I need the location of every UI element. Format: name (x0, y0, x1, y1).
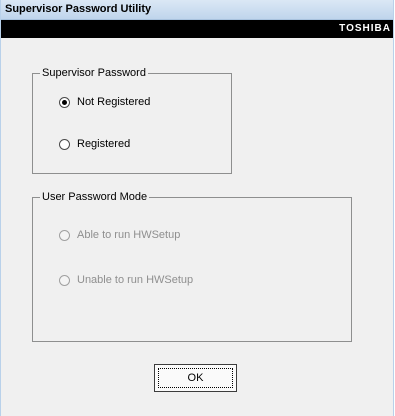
dialog-window: Supervisor Password Utility TOSHIBA Supe… (0, 0, 394, 416)
supervisor-password-group: Supervisor Password Not Registered Regis… (32, 67, 232, 174)
radio-checked-icon (59, 96, 70, 108)
unable-to-run-hwsetup-radio[interactable]: Unable to run HWSetup (59, 274, 193, 286)
radio-unchecked-icon (59, 229, 70, 241)
unable-to-run-hwsetup-label: Unable to run HWSetup (77, 274, 194, 286)
radio-unchecked-icon (59, 274, 70, 286)
focus-rectangle (158, 368, 233, 388)
able-to-run-hwsetup-radio[interactable]: Able to run HWSetup (59, 229, 180, 241)
title-bar[interactable]: Supervisor Password Utility (1, 0, 393, 20)
radio-unchecked-icon (59, 138, 70, 150)
supervisor-password-legend: Supervisor Password (40, 67, 148, 79)
window-title: Supervisor Password Utility (5, 3, 152, 15)
user-password-mode-group: User Password Mode Able to run HWSetup U… (32, 191, 352, 342)
registered-radio[interactable]: Registered (59, 138, 130, 150)
not-registered-radio[interactable]: Not Registered (59, 96, 150, 108)
registered-label: Registered (77, 138, 131, 150)
able-to-run-hwsetup-label: Able to run HWSetup (77, 229, 181, 241)
not-registered-label: Not Registered (77, 96, 151, 108)
toshiba-logo: TOSHIBA (339, 23, 391, 34)
brand-bar: TOSHIBA (1, 20, 393, 38)
ok-button[interactable]: OK (154, 364, 237, 392)
user-password-mode-legend: User Password Mode (40, 191, 150, 203)
